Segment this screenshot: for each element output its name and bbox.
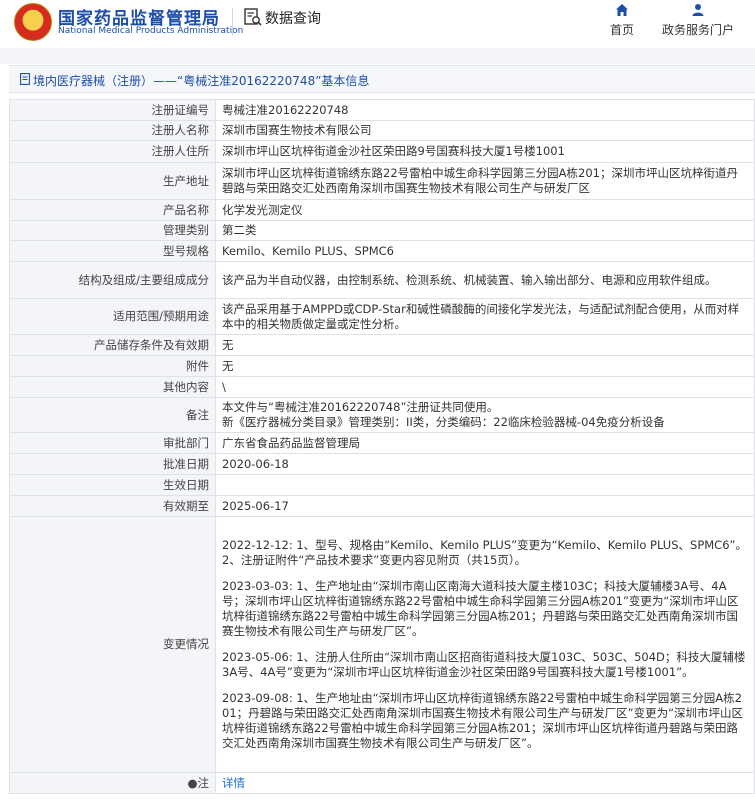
field-value: 广东省食品药品监督管理局 xyxy=(215,432,755,454)
note-value: 详情 xyxy=(215,772,755,794)
site-logo-subtitle: National Medical Products Administration xyxy=(58,26,244,36)
pin-icon: ● xyxy=(187,775,198,790)
details-link[interactable]: 详情 xyxy=(222,776,245,790)
change-entry: 2023-03-03: 1、生产地址由“深圳市南山区南海大道科技大厦主楼103C… xyxy=(222,579,748,639)
field-label: 注册人住所 xyxy=(9,140,216,163)
remark-line: 本文件与“粤械注准20162220748”注册证共同使用。 xyxy=(222,400,499,414)
emblem-icon xyxy=(14,3,52,41)
nav-gov-portal[interactable]: 政务服务门户 xyxy=(658,3,738,38)
field-value xyxy=(215,474,755,496)
field-label: 产品储存条件及有效期 xyxy=(9,334,216,356)
field-label: 批准日期 xyxy=(9,453,216,475)
field-value: 本文件与“粤械注准20162220748”注册证共同使用。 新《医疗器械分类目录… xyxy=(215,397,755,433)
note-label-cell: ●注 xyxy=(9,772,216,794)
detail-row: 批准日期 2020-06-18 xyxy=(9,453,755,475)
change-line: 2023-05-06: 1、注册人住所由“深圳市南山区招商街道科技大厦103C、… xyxy=(222,650,746,679)
field-label: 适用范围/预期用途 xyxy=(9,298,216,335)
field-label: 管理类别 xyxy=(9,220,216,241)
field-label: 产品名称 xyxy=(9,199,216,221)
home-icon xyxy=(616,4,628,16)
field-value: 该产品采用基于AMPPD或CDP-Star和碱性磷酸酶的间接化学发光法，与适配试… xyxy=(215,298,755,335)
field-label: 型号规格 xyxy=(9,240,216,262)
detail-row: 产品储存条件及有效期 无 xyxy=(9,334,755,356)
field-label: 变更情况 xyxy=(9,516,216,773)
field-value: 该产品为半自动仪器，由控制系统、检测系统、机械装置、输入输出部分、电源和应用软件… xyxy=(215,261,755,299)
detail-row: 有效期至 2025-06-17 xyxy=(9,495,755,517)
detail-row: 注册人名称 深圳市国赛生物技术有限公司 xyxy=(9,120,755,141)
detail-row: 型号规格 Kemilo、Kemilo PLUS、SPMC6 xyxy=(9,240,755,262)
remark-line: 新《医疗器械分类目录》管理类别：II类，分类编码：22临床检验器械-04免疫分析… xyxy=(222,415,665,429)
nav-gov-portal-label: 政务服务门户 xyxy=(661,23,734,37)
detail-row: 适用范围/预期用途 该产品采用基于AMPPD或CDP-Star和碱性磷酸酶的间接… xyxy=(9,298,755,335)
field-value: 深圳市坪山区坑梓街道金沙社区荣田路9号国赛科技大厦1号楼1001 xyxy=(215,140,755,163)
site-header: 国家药品监督管理局 National Medical Products Admi… xyxy=(0,0,755,48)
change-line: 2023-03-03: 1、生产地址由“深圳市南山区南海大道科技大厦主楼103C… xyxy=(222,579,739,638)
header-band xyxy=(0,48,755,64)
field-label: 备注 xyxy=(9,397,216,433)
detail-row: 注册人住所 深圳市坪山区坑梓街道金沙社区荣田路9号国赛科技大厦1号楼1001 xyxy=(9,140,755,163)
field-value: \ xyxy=(215,376,755,398)
field-value: 2020-06-18 xyxy=(215,453,755,475)
registration-detail-table: 注册证编号 粤械注准20162220748 注册人名称 深圳市国赛生物技术有限公… xyxy=(9,99,755,794)
detail-row: 管理类别 第二类 xyxy=(9,220,755,241)
field-label: 生产地址 xyxy=(9,162,216,200)
detail-row: 备注 本文件与“粤械注准20162220748”注册证共同使用。 新《医疗器械分… xyxy=(9,397,755,433)
document-icon xyxy=(20,73,30,85)
nav-home-label: 首页 xyxy=(609,23,634,37)
note-label: 注 xyxy=(197,775,210,790)
detail-row: 附件 无 xyxy=(9,355,755,377)
field-value: 粤械注准20162220748 xyxy=(215,99,755,121)
breadcrumb: 境内医疗器械（注册）——“粤械注准20162220748”基本信息 xyxy=(9,65,755,93)
field-value: 无 xyxy=(215,334,755,356)
change-history: 2022-12-12: 1、型号、规格由“Kemilo、Kemilo PLUS”… xyxy=(215,516,755,773)
field-label: 其他内容 xyxy=(9,376,216,398)
field-label: 注册人名称 xyxy=(9,120,216,141)
detail-row: 产品名称 化学发光测定仪 xyxy=(9,199,755,221)
nav-home[interactable]: 首页 xyxy=(606,3,638,38)
field-value: 化学发光测定仪 xyxy=(215,199,755,221)
change-entry: 2023-09-08: 1、生产地址由“深圳市坪山区坑梓街道锦绣东路22号雷柏中… xyxy=(222,691,748,751)
field-value: 2025-06-17 xyxy=(215,495,755,517)
detail-row: 生产地址 深圳市坪山区坑梓街道锦绣东路22号雷柏中城生命科学园第三分园A栋201… xyxy=(9,162,755,200)
field-value: 深圳市国赛生物技术有限公司 xyxy=(215,120,755,141)
detail-row: 生效日期 xyxy=(9,474,755,496)
detail-row: 结构及组成/主要组成成分 该产品为半自动仪器，由控制系统、检测系统、机械装置、输… xyxy=(9,261,755,299)
breadcrumb-text[interactable]: 境内医疗器械（注册）——“粤械注准20162220748”基本信息 xyxy=(33,72,369,89)
field-value: 无 xyxy=(215,355,755,377)
detail-row: 审批部门 广东省食品药品监督管理局 xyxy=(9,432,755,454)
detail-row: 注册证编号 粤械注准20162220748 xyxy=(9,99,755,121)
change-line: 2022-12-12: 1、型号、规格由“Kemilo、Kemilo PLUS”… xyxy=(222,538,747,552)
header-divider xyxy=(232,8,233,36)
field-value: Kemilo、Kemilo PLUS、SPMC6 xyxy=(215,240,755,262)
data-query-title: 数据查询 xyxy=(265,11,321,27)
field-value: 第二类 xyxy=(215,220,755,241)
detail-table-body: 注册证编号 粤械注准20162220748 注册人名称 深圳市国赛生物技术有限公… xyxy=(9,99,755,794)
data-query-icon xyxy=(244,8,262,26)
change-entry: 2023-05-06: 1、注册人住所由“深圳市南山区招商街道科技大厦103C、… xyxy=(222,650,748,680)
field-value: 深圳市坪山区坑梓街道锦绣东路22号雷柏中城生命科学园第三分园A栋201；深圳市坪… xyxy=(215,162,755,200)
detail-row: 其他内容 \ xyxy=(9,376,755,398)
field-label: 审批部门 xyxy=(9,432,216,454)
change-line: 2023-09-08: 1、生产地址由“深圳市坪山区坑梓街道锦绣东路22号雷柏中… xyxy=(222,691,744,750)
change-line: 2、注册证附件“产品技术要求”变更内容见附页（共15页）。 xyxy=(222,553,527,567)
change-entry: 2022-12-12: 1、型号、规格由“Kemilo、Kemilo PLUS”… xyxy=(222,538,748,568)
field-label: 结构及组成/主要组成成分 xyxy=(9,261,216,299)
user-icon xyxy=(692,4,704,16)
field-label: 生效日期 xyxy=(9,474,216,496)
detail-row: 变更情况 2022-12-12: 1、型号、规格由“Kemilo、Kemilo … xyxy=(9,516,755,773)
detail-row: ●注 详情 xyxy=(9,772,755,794)
field-label: 附件 xyxy=(9,355,216,377)
field-label: 注册证编号 xyxy=(9,99,216,121)
field-label: 有效期至 xyxy=(9,495,216,517)
